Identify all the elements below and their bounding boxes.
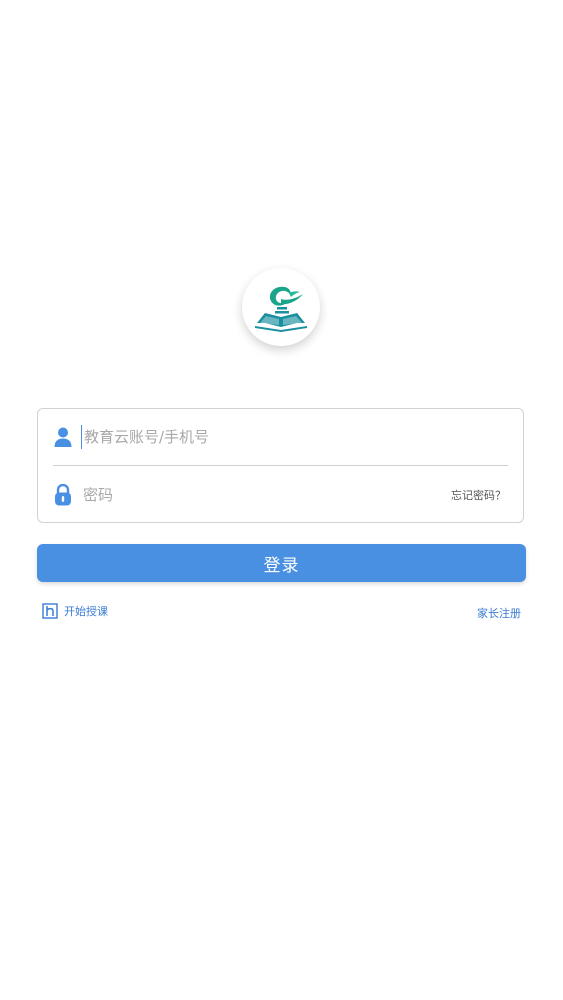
login-form: 忘记密码？ xyxy=(37,408,524,523)
book-dragon-logo-icon xyxy=(255,286,307,332)
login-button[interactable]: 登录 xyxy=(37,544,526,582)
start-class-label: 开始授课 xyxy=(64,605,108,618)
forgot-password-link[interactable]: 忘记密码？ xyxy=(451,487,506,503)
user-icon xyxy=(53,425,73,449)
parent-register-link[interactable]: 家长注册 xyxy=(477,605,521,621)
lock-icon xyxy=(53,483,73,507)
classroom-icon xyxy=(42,603,58,619)
account-input[interactable] xyxy=(81,425,508,449)
password-input[interactable] xyxy=(81,483,451,507)
app-logo xyxy=(242,268,320,346)
start-class-link[interactable]: 开始授课 xyxy=(42,603,108,619)
password-row: 忘记密码？ xyxy=(53,467,508,523)
account-row xyxy=(53,409,508,466)
